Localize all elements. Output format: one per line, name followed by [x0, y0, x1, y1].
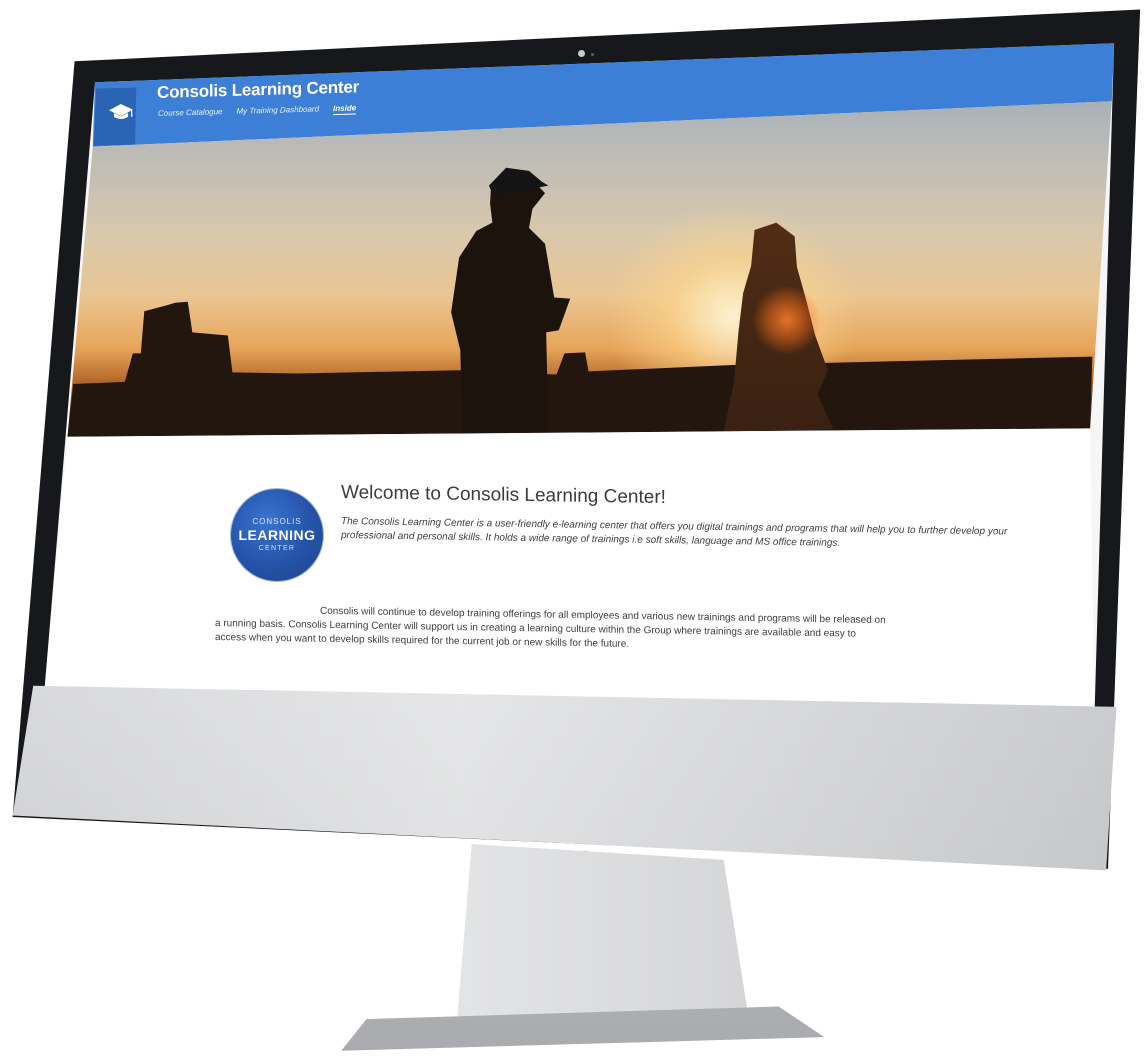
- badge-bottom-text: CENTER: [258, 544, 296, 552]
- nav-course-catalogue[interactable]: Course Catalogue: [158, 107, 222, 120]
- welcome-section: Welcome to Consolis Learning Center! The…: [341, 481, 1007, 553]
- hero-sun-flare: [752, 285, 822, 355]
- learning-center-badge: CONSOLIS LEARNING CENTER: [231, 489, 323, 581]
- camera-icon: [578, 50, 585, 57]
- imac-monitor: Consolis Learning Center Course Catalogu…: [0, 0, 1145, 1055]
- badge-main-text: LEARNING: [238, 526, 316, 543]
- graduation-cap-icon[interactable]: [108, 101, 135, 124]
- nav-my-training-dashboard[interactable]: My Training Dashboard: [236, 104, 319, 117]
- nav-inside[interactable]: Inside: [333, 103, 357, 116]
- camera-led: [591, 53, 594, 56]
- brand: Consolis Learning Center Course Catalogu…: [157, 75, 457, 123]
- badge-top-text: CONSOLIS: [252, 516, 302, 526]
